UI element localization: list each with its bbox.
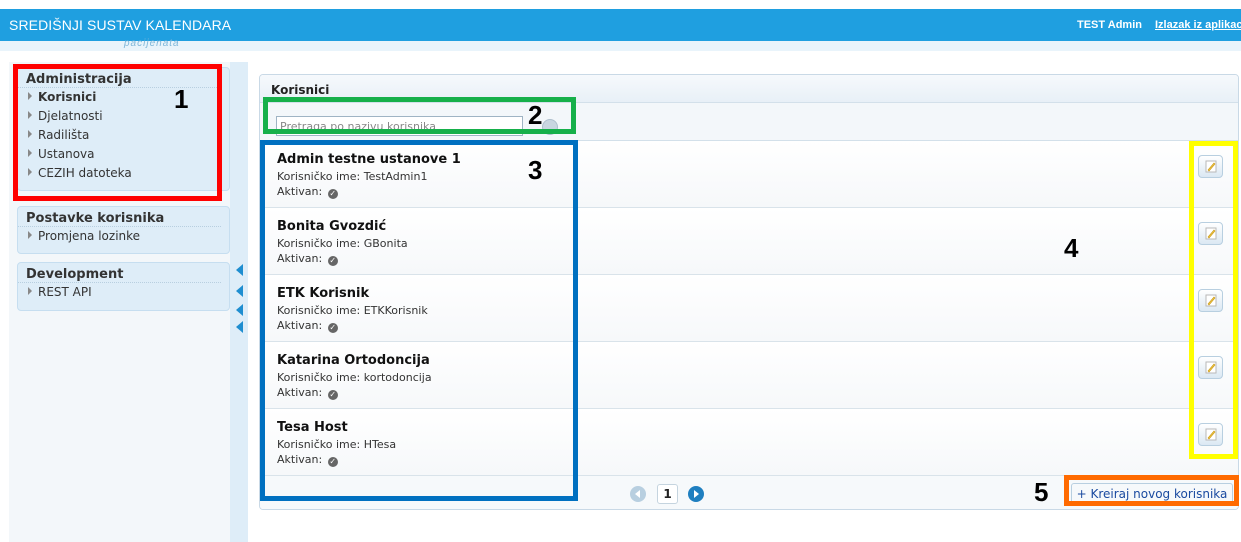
sidebar-splitter[interactable] — [230, 62, 248, 542]
annotation-label-5: 5 — [1034, 477, 1049, 507]
logout-link[interactable]: Izlazak iz aplikacije — [1155, 19, 1241, 31]
collapse-arrow-icon[interactable] — [236, 264, 243, 276]
menu-group-development: Development REST API — [17, 262, 230, 311]
collapse-arrow-icon[interactable] — [236, 285, 243, 297]
page-number[interactable]: 1 — [657, 484, 678, 504]
triangle-right-icon — [28, 287, 32, 295]
app-title: SREDIŠNJI SUSTAV KALENDARA — [9, 17, 232, 33]
annotation-box-4 — [1189, 141, 1238, 459]
sidebar-item-label: REST API — [38, 285, 92, 299]
menu-group-title: Postavke korisnika — [18, 207, 221, 227]
current-user: TEST Admin — [1077, 19, 1142, 31]
sidebar-item-rest-api[interactable]: REST API — [18, 283, 229, 302]
sidebar-item-label: Promjena lozinke — [38, 229, 141, 243]
annotation-box-3 — [260, 140, 578, 501]
annotation-box-5 — [1064, 475, 1239, 506]
annotation-label-2: 2 — [528, 100, 543, 130]
sidebar-item-promjena-lozinke[interactable]: Promjena lozinke — [18, 227, 229, 246]
collapse-arrow-icon[interactable] — [236, 304, 243, 316]
annotation-label-4: 4 — [1064, 233, 1079, 263]
app-subtitle: pacijenata — [124, 38, 180, 49]
next-page-icon[interactable] — [688, 486, 704, 502]
annotation-label-3: 3 — [528, 155, 543, 185]
collapse-arrow-icon[interactable] — [236, 321, 243, 333]
menu-group-postavke-korisnika: Postavke korisnika Promjena lozinke — [17, 206, 230, 254]
triangle-right-icon — [28, 231, 32, 239]
annotation-label-1: 1 — [174, 84, 189, 114]
prev-page-icon[interactable] — [630, 486, 646, 502]
menu-group-title: Development — [18, 263, 221, 283]
top-bar: SREDIŠNJI SUSTAV KALENDARA TEST Admin Iz… — [0, 9, 1241, 41]
annotation-box-1 — [13, 64, 222, 201]
page-title: Korisnici — [271, 83, 330, 97]
sub-header: pacijenata — [0, 38, 1241, 51]
